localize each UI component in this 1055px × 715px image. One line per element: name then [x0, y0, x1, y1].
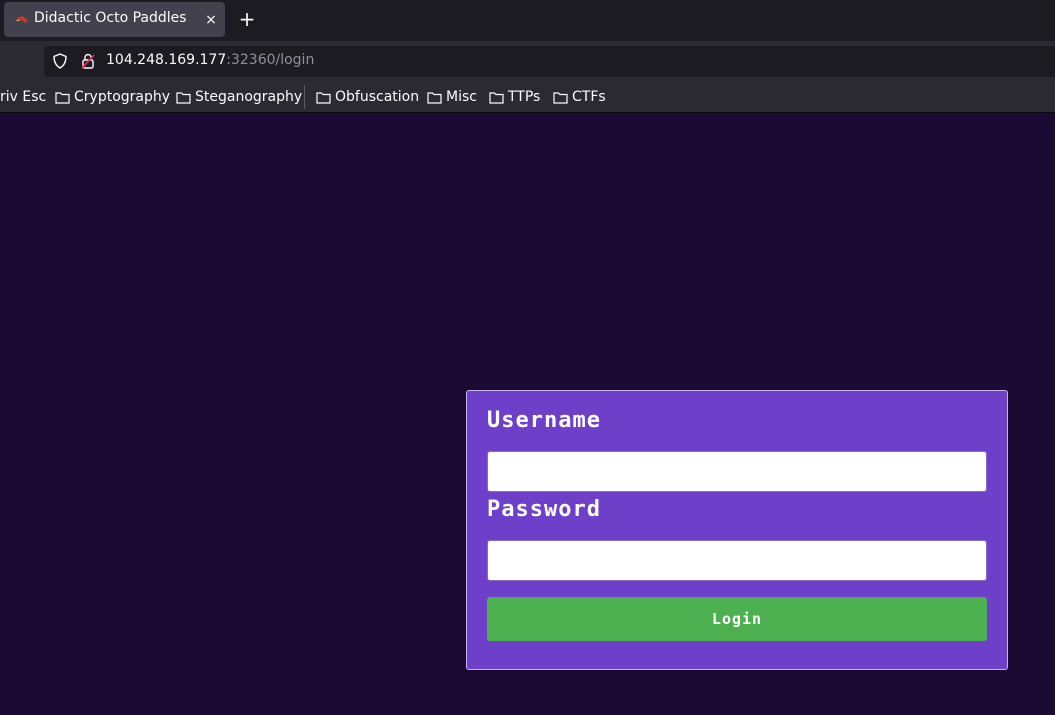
url-bar[interactable]: 104.248.169.177:32360/login [44, 46, 1055, 77]
bookmark-label: Misc [446, 89, 477, 105]
insecure-lock-icon[interactable] [79, 52, 97, 70]
folder-icon [553, 91, 568, 104]
bookmark-priv-esc[interactable]: riv Esc [0, 88, 46, 106]
bookmarks-bar: riv Esc Cryptography Steganography Obfus… [0, 81, 1055, 113]
close-tab-icon[interactable]: × [201, 10, 221, 30]
paddle-favicon-icon [15, 16, 28, 23]
tab-title: Didactic Octo Paddles [34, 10, 187, 26]
new-tab-button[interactable]: + [234, 7, 260, 33]
tab-strip: Didactic Octo Paddles × + [0, 0, 1055, 41]
bookmark-folder-steganography[interactable]: Steganography [176, 88, 302, 106]
bookmark-folder-obfuscation[interactable]: Obfuscation [316, 88, 419, 106]
bookmark-label: riv Esc [0, 89, 47, 105]
username-input[interactable] [487, 451, 987, 492]
bookmark-folder-misc[interactable]: Misc [427, 88, 477, 106]
folder-icon [489, 91, 504, 104]
bookmark-label: TTPs [508, 89, 541, 105]
folder-icon [55, 91, 70, 104]
bookmark-folder-ctfs[interactable]: CTFs [553, 88, 606, 106]
folder-icon [427, 91, 442, 104]
url-path: :32360/login [226, 52, 315, 68]
bookmarks-separator [304, 85, 305, 109]
username-label: Username [487, 408, 601, 433]
login-button[interactable]: Login [487, 597, 987, 641]
folder-icon [316, 91, 331, 104]
bookmark-folder-ttps[interactable]: TTPs [489, 88, 540, 106]
navigation-bar: 104.248.169.177:32360/login [0, 41, 1055, 81]
browser-tab[interactable]: Didactic Octo Paddles × [4, 2, 225, 37]
bookmark-folder-cryptography[interactable]: Cryptography [55, 88, 170, 106]
bookmark-label: CTFs [572, 89, 606, 105]
folder-icon [176, 91, 191, 104]
bookmark-label: Cryptography [74, 89, 171, 105]
shield-icon[interactable] [52, 53, 68, 69]
password-label: Password [487, 497, 601, 522]
login-form: Username Password Login [466, 390, 1008, 670]
bookmark-label: Steganography [195, 89, 303, 105]
url-host: 104.248.169.177 [106, 52, 227, 68]
bookmark-label: Obfuscation [335, 89, 420, 105]
url-text[interactable]: 104.248.169.177:32360/login [106, 52, 314, 68]
password-input[interactable] [487, 540, 987, 581]
